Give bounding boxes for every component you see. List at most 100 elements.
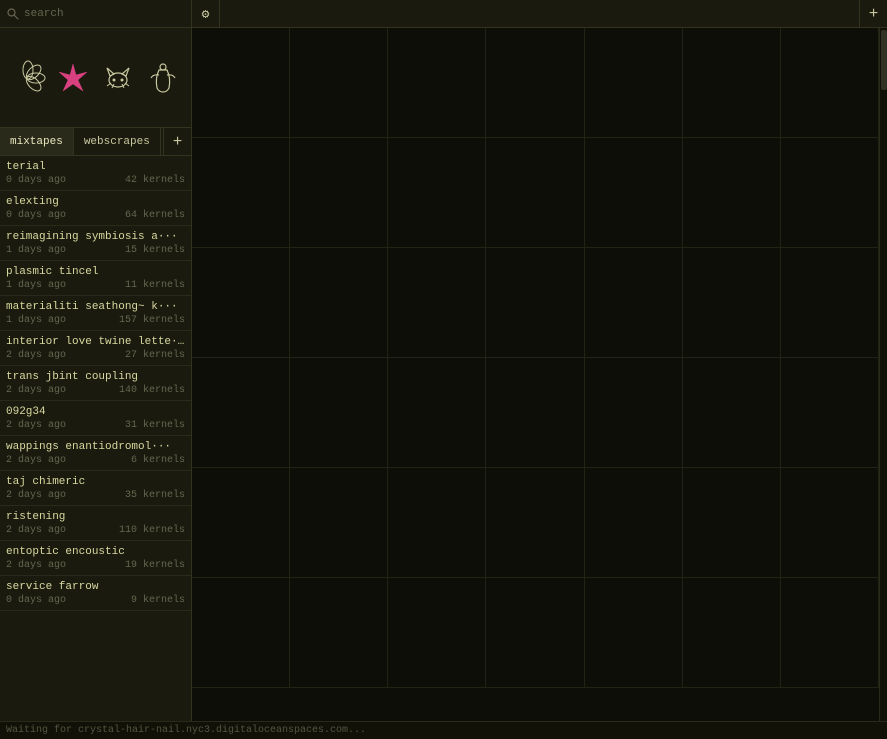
list-item[interactable]: service farrow 0 days ago 9 kernels [0,576,191,611]
list-item-age: 0 days ago [6,595,66,606]
list-item-kernels: 110 kernels [119,525,185,536]
grid-cell[interactable] [290,468,388,578]
scrollbar[interactable] [879,28,887,721]
list-item[interactable]: interior love twine lette··· 2 days ago … [0,331,191,366]
list-item-kernels: 9 kernels [131,595,185,606]
grid-cell[interactable] [290,248,388,358]
main-layout: mixtapes webscrapes + terial 0 days ago … [0,28,887,721]
grid-cell[interactable] [585,578,683,688]
list-item[interactable]: 092g34 2 days ago 31 kernels [0,401,191,436]
list-item-meta: 2 days ago 6 kernels [6,455,185,466]
list-item[interactable]: plasmic tincel 1 days ago 11 kernels [0,261,191,296]
list-item-kernels: 31 kernels [125,420,185,431]
list-item[interactable]: taj chimeric 2 days ago 35 kernels [0,471,191,506]
list-item[interactable]: materialiti seathong~ k··· 1 days ago 15… [0,296,191,331]
grid-cell[interactable] [585,468,683,578]
list-item-meta: 2 days ago 110 kernels [6,525,185,536]
gear-button[interactable]: ⚙ [192,0,220,28]
list-item-meta: 2 days ago 27 kernels [6,350,185,361]
list-item-age: 1 days ago [6,280,66,291]
list-item-kernels: 140 kernels [119,385,185,396]
tab-webscrapes[interactable]: webscrapes [74,128,161,155]
list-item[interactable]: reimagining symbiosis a··· 1 days ago 15… [0,226,191,261]
tab-add-button[interactable]: + [163,128,191,155]
list-item-age: 0 days ago [6,175,66,186]
list-item-kernels: 19 kernels [125,560,185,571]
grid-cell[interactable] [683,248,781,358]
thumbnail-3[interactable] [97,34,139,122]
grid-cell[interactable] [781,468,879,578]
grid-cell[interactable] [683,28,781,138]
list-item-meta: 1 days ago 15 kernels [6,245,185,256]
grid-cell[interactable] [486,468,584,578]
thumbnail-4[interactable] [142,34,184,122]
list-item[interactable]: wappings enantiodromol··· 2 days ago 6 k… [0,436,191,471]
list-item-title: terial [6,161,185,173]
tab-mixtapes[interactable]: mixtapes [0,128,74,155]
list-item-age: 2 days ago [6,350,66,361]
thumbnail-2[interactable] [52,34,94,122]
grid-cell[interactable] [781,358,879,468]
new-item-button[interactable]: + [859,0,887,28]
thumbnail-1[interactable] [7,34,49,122]
status-text: Waiting for crystal-hair-nail.nyc3.digit… [6,725,366,736]
grid-cell[interactable] [486,28,584,138]
list-item[interactable]: entoptic encoustic 2 days ago 19 kernels [0,541,191,576]
grid-cell[interactable] [781,578,879,688]
grid-cell[interactable] [388,358,486,468]
scroll-thumb[interactable] [881,30,887,90]
list-item[interactable]: ristening 2 days ago 110 kernels [0,506,191,541]
list-item-title: interior love twine lette··· [6,336,185,348]
grid-cell[interactable] [388,248,486,358]
grid-cell[interactable] [781,28,879,138]
grid-cell[interactable] [388,28,486,138]
grid-cell[interactable] [192,138,290,248]
list-item-title: trans jbint coupling [6,371,185,383]
list-item-kernels: 64 kernels [125,210,185,221]
list-item-title: taj chimeric [6,476,185,488]
grid-cell[interactable] [388,578,486,688]
grid-cell[interactable] [486,248,584,358]
list-item-kernels: 35 kernels [125,490,185,501]
grid-cell[interactable] [290,578,388,688]
list-item[interactable]: trans jbint coupling 2 days ago 140 kern… [0,366,191,401]
list-item-meta: 1 days ago 157 kernels [6,315,185,326]
grid-area [192,28,879,721]
grid-cell[interactable] [290,28,388,138]
grid-cell[interactable] [585,28,683,138]
search-input[interactable] [24,8,185,20]
grid-cell[interactable] [781,138,879,248]
grid-cell[interactable] [192,28,290,138]
grid-cell[interactable] [683,138,781,248]
list-item-title: plasmic tincel [6,266,185,278]
grid-cell[interactable] [486,358,584,468]
sidebar: mixtapes webscrapes + terial 0 days ago … [0,28,192,721]
list-item-kernels: 15 kernels [125,245,185,256]
grid-cell[interactable] [290,358,388,468]
grid-cell[interactable] [192,578,290,688]
grid-cell[interactable] [192,358,290,468]
list-item-age: 1 days ago [6,245,66,256]
list-item-age: 2 days ago [6,420,66,431]
list-item-title: wappings enantiodromol··· [6,441,185,453]
grid-cell[interactable] [585,248,683,358]
list-item-age: 2 days ago [6,455,66,466]
list-item-title: service farrow [6,581,185,593]
grid-cell[interactable] [388,138,486,248]
grid-cell[interactable] [388,468,486,578]
list-item-kernels: 11 kernels [125,280,185,291]
grid-cell[interactable] [486,578,584,688]
grid-cell[interactable] [192,248,290,358]
grid-cell[interactable] [486,138,584,248]
grid-cell[interactable] [290,138,388,248]
list-item-age: 2 days ago [6,525,66,536]
grid-cell[interactable] [585,358,683,468]
grid-cell[interactable] [683,468,781,578]
grid-cell[interactable] [683,358,781,468]
grid-cell[interactable] [585,138,683,248]
grid-cell[interactable] [781,248,879,358]
list-item[interactable]: elexting 0 days ago 64 kernels [0,191,191,226]
grid-cell[interactable] [192,468,290,578]
list-item[interactable]: terial 0 days ago 42 kernels [0,156,191,191]
grid-cell[interactable] [683,578,781,688]
